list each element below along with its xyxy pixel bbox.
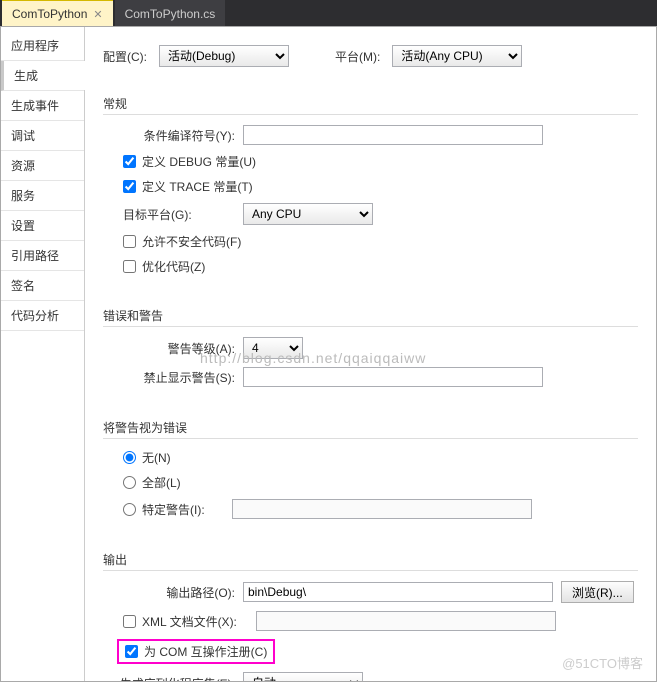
define-debug-checkbox[interactable] <box>123 155 136 168</box>
suppress-warnings-label: 禁止显示警告(S): <box>103 369 243 386</box>
optimize-checkbox[interactable] <box>123 260 136 273</box>
config-label: 配置(C): <box>103 48 147 65</box>
sidebar-item-services[interactable]: 服务 <box>1 181 84 211</box>
content-pane: 配置(C): 活动(Debug) 平台(M): 活动(Any CPU) 常规 条… <box>85 27 656 681</box>
sidebar: 应用程序 生成 生成事件 调试 资源 服务 设置 引用路径 签名 代码分析 <box>1 27 85 681</box>
project-properties: 应用程序 生成 生成事件 调试 资源 服务 设置 引用路径 签名 代码分析 配置… <box>0 26 657 682</box>
browse-button[interactable]: 浏览(R)... <box>561 581 634 603</box>
treat-none-label: 无(N) <box>142 449 171 466</box>
xml-doc-label: XML 文档文件(X): <box>142 613 256 630</box>
optimize-label: 优化代码(Z) <box>142 258 205 275</box>
treat-all-radio[interactable] <box>123 476 136 489</box>
sidebar-item-resources[interactable]: 资源 <box>1 151 84 181</box>
group-output: 输出 输出路径(O): 浏览(R)... XML 文档文件(X): 为 COM … <box>103 543 638 681</box>
asm-label: 生成序列化程序集(E): <box>103 675 243 682</box>
treat-none-radio[interactable] <box>123 451 136 464</box>
treat-specific-input[interactable] <box>232 499 532 519</box>
com-register-label: 为 COM 互操作注册(C) <box>144 643 267 660</box>
group-title-treat: 将警告视为错误 <box>103 419 638 439</box>
cond-sym-label: 条件编译符号(Y): <box>103 127 243 144</box>
asm-select[interactable]: 自动 <box>243 672 363 681</box>
tab-label: ComToPython <box>12 7 87 21</box>
group-treat-as-error: 将警告视为错误 无(N) 全部(L) 特定警告(I): <box>103 411 638 527</box>
define-trace-label: 定义 TRACE 常量(T) <box>142 178 253 195</box>
sidebar-item-application[interactable]: 应用程序 <box>1 31 84 61</box>
sidebar-item-build-events[interactable]: 生成事件 <box>1 91 84 121</box>
allow-unsafe-label: 允许不安全代码(F) <box>142 233 241 250</box>
platform-select[interactable]: 活动(Any CPU) <box>392 45 522 67</box>
tab-label: ComToPython.cs <box>125 7 216 21</box>
warning-level-select[interactable]: 4 <box>243 337 303 359</box>
cond-sym-input[interactable] <box>243 125 543 145</box>
sidebar-item-settings[interactable]: 设置 <box>1 211 84 241</box>
group-general: 常规 条件编译符号(Y): 定义 DEBUG 常量(U) 定义 TRACE 常量… <box>103 87 638 283</box>
com-register-highlight: 为 COM 互操作注册(C) <box>117 639 275 664</box>
define-debug-label: 定义 DEBUG 常量(U) <box>142 153 256 170</box>
sidebar-item-reference-paths[interactable]: 引用路径 <box>1 241 84 271</box>
tab-comtopython-project[interactable]: ComToPython ✕ <box>2 0 113 26</box>
sidebar-item-signing[interactable]: 签名 <box>1 271 84 301</box>
output-path-label: 输出路径(O): <box>103 584 243 601</box>
group-title-general: 常规 <box>103 95 638 115</box>
sidebar-item-debug[interactable]: 调试 <box>1 121 84 151</box>
group-title-output: 输出 <box>103 551 638 571</box>
group-errors: 错误和警告 警告等级(A): 4 禁止显示警告(S): <box>103 299 638 395</box>
group-title-errors: 错误和警告 <box>103 307 638 327</box>
warning-level-label: 警告等级(A): <box>103 340 243 357</box>
xml-doc-checkbox[interactable] <box>123 615 136 628</box>
target-platform-select[interactable]: Any CPU <box>243 203 373 225</box>
tab-strip: ComToPython ✕ ComToPython.cs <box>0 0 657 26</box>
sidebar-item-code-analysis[interactable]: 代码分析 <box>1 301 84 331</box>
define-trace-checkbox[interactable] <box>123 180 136 193</box>
platform-label: 平台(M): <box>335 48 380 65</box>
com-register-checkbox[interactable] <box>125 645 138 658</box>
treat-all-label: 全部(L) <box>142 474 181 491</box>
xml-doc-input[interactable] <box>256 611 556 631</box>
sidebar-item-build[interactable]: 生成 <box>1 61 84 91</box>
config-select[interactable]: 活动(Debug) <box>159 45 289 67</box>
treat-specific-radio[interactable] <box>123 503 136 516</box>
suppress-warnings-input[interactable] <box>243 367 543 387</box>
close-icon[interactable]: ✕ <box>93 8 102 21</box>
tab-comtopython-cs[interactable]: ComToPython.cs <box>115 0 226 26</box>
config-row: 配置(C): 活动(Debug) 平台(M): 活动(Any CPU) <box>103 45 638 67</box>
target-platform-label: 目标平台(G): <box>123 206 243 223</box>
output-path-input[interactable] <box>243 582 553 602</box>
treat-specific-label: 特定警告(I): <box>142 501 232 518</box>
allow-unsafe-checkbox[interactable] <box>123 235 136 248</box>
